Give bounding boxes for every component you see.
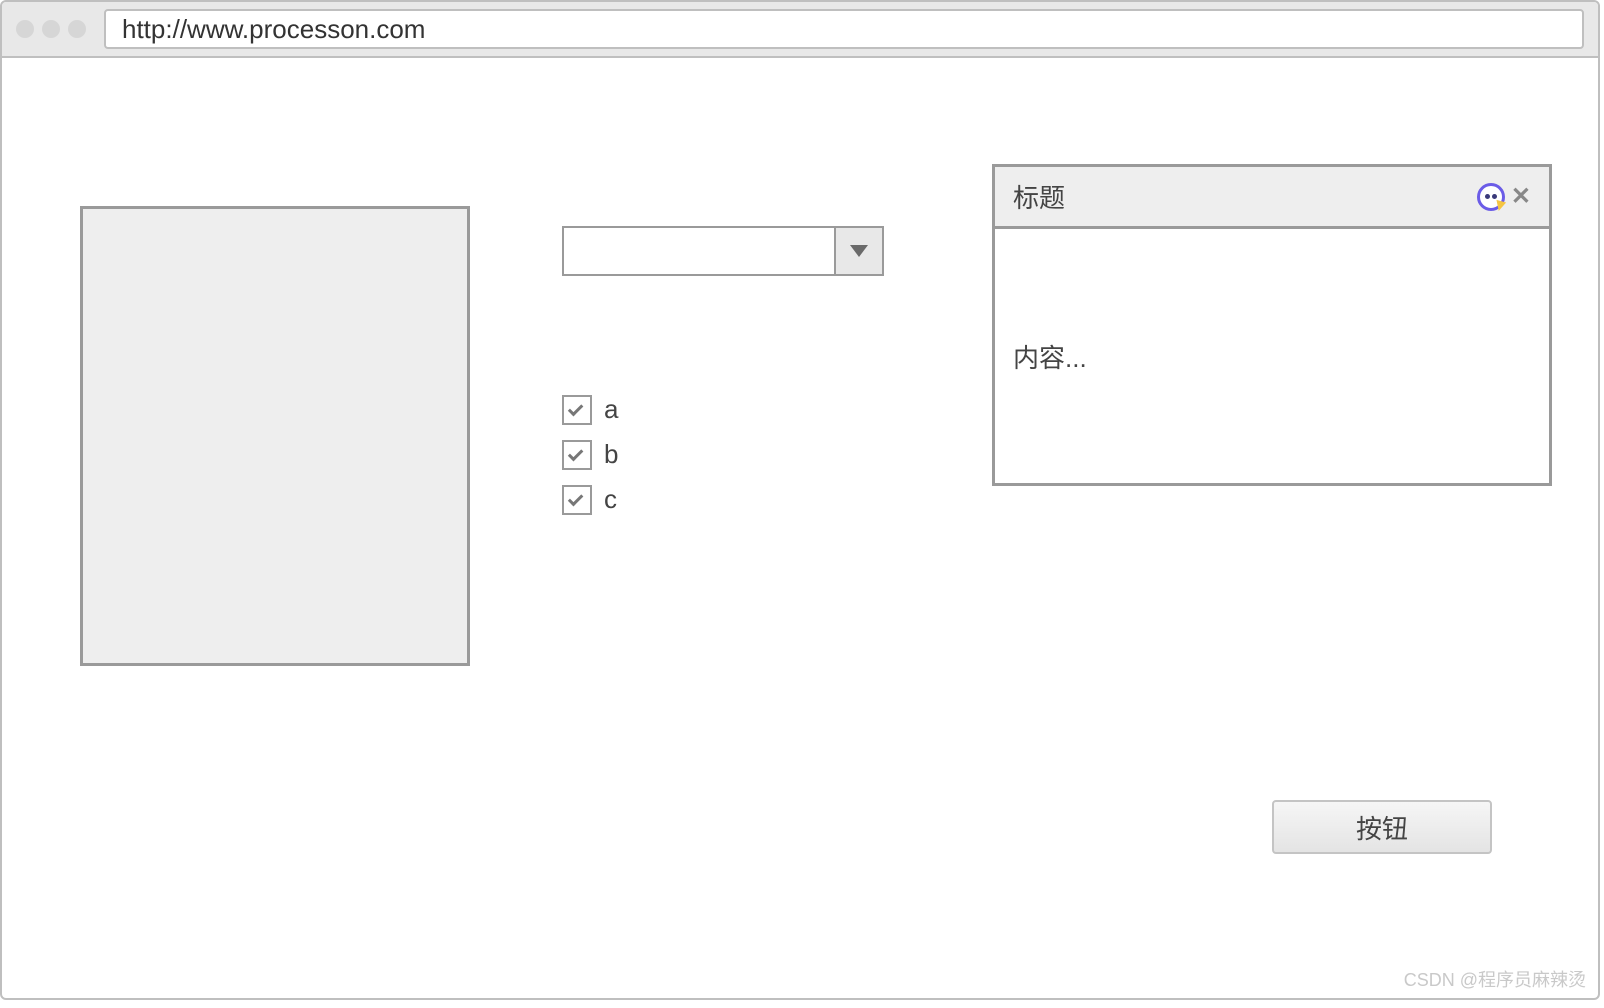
checkbox-label: c xyxy=(604,484,617,515)
checkbox-c[interactable] xyxy=(562,485,592,515)
url-bar[interactable]: http://www.processon.com xyxy=(104,9,1584,49)
browser-top-bar: http://www.processon.com xyxy=(2,2,1598,58)
dialog-title: 标题 xyxy=(1013,178,1065,215)
checkbox-a[interactable] xyxy=(562,395,592,425)
checkbox-group: a b c xyxy=(562,394,618,529)
dialog-body: 内容... xyxy=(995,229,1549,483)
checkbox-label: a xyxy=(604,394,618,425)
csdn-logo-icon xyxy=(1477,183,1505,211)
image-placeholder xyxy=(80,206,470,666)
chevron-down-icon xyxy=(850,245,868,257)
window-close-icon[interactable] xyxy=(16,20,34,38)
browser-window: http://www.processon.com a b c xyxy=(0,0,1600,1000)
dialog-panel: 标题 ✕ 内容... xyxy=(992,164,1552,486)
window-maximize-icon[interactable] xyxy=(68,20,86,38)
combobox[interactable] xyxy=(562,226,884,276)
action-button[interactable]: 按钮 xyxy=(1272,800,1492,854)
canvas-area: a b c 标题 ✕ 内容... 按钮 xyxy=(2,58,1598,998)
check-icon xyxy=(568,490,584,506)
dialog-content: 内容... xyxy=(1013,338,1087,375)
button-label: 按钮 xyxy=(1356,809,1408,846)
checkbox-item: a xyxy=(562,394,618,425)
watermark-text: CSDN @程序员麻辣烫 xyxy=(1404,966,1586,992)
dialog-header-actions: ✕ xyxy=(1477,182,1531,211)
checkbox-item: c xyxy=(562,484,618,515)
check-icon xyxy=(568,400,584,416)
checkbox-item: b xyxy=(562,439,618,470)
close-icon[interactable]: ✕ xyxy=(1511,182,1531,211)
check-icon xyxy=(568,445,584,461)
combobox-toggle[interactable] xyxy=(836,226,884,276)
combobox-input[interactable] xyxy=(562,226,836,276)
dialog-header: 标题 ✕ xyxy=(995,167,1549,229)
traffic-lights xyxy=(16,20,86,38)
checkbox-b[interactable] xyxy=(562,440,592,470)
url-text: http://www.processon.com xyxy=(122,14,425,45)
window-minimize-icon[interactable] xyxy=(42,20,60,38)
checkbox-label: b xyxy=(604,439,618,470)
